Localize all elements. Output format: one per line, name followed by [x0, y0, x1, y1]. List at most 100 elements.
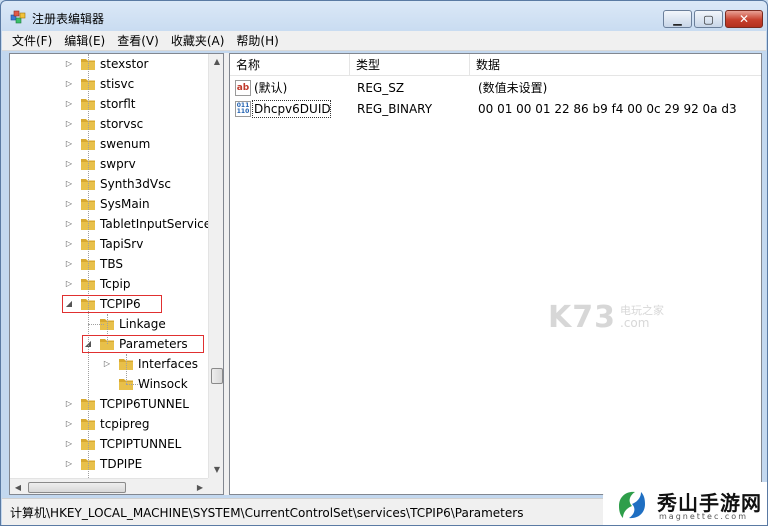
- tree-item-label: TCPIPTUNNEL: [100, 437, 182, 451]
- scroll-corner: [208, 478, 223, 494]
- highlight-box-tcpip6: [62, 295, 162, 313]
- tree-guide-line: [126, 354, 127, 384]
- expand-arrow-icon[interactable]: ▷: [64, 198, 74, 210]
- registry-tree-pane[interactable]: ▷ stexstor ▷ stisvc ▷ storflt ▷ storvsc ▷ swenum ▷…: [9, 53, 224, 495]
- menu-view[interactable]: 查看(V): [111, 31, 165, 51]
- tree-item-label: TabletInputService: [100, 217, 212, 231]
- value-type: REG_BINARY: [357, 102, 433, 116]
- list-item[interactable]: ab (默认) REG_SZ (数值未设置): [230, 78, 761, 98]
- close-button[interactable]: ✕: [725, 10, 763, 28]
- expand-arrow-icon[interactable]: ▷: [64, 78, 74, 90]
- registry-editor-window: 注册表编辑器 ▁ ▢ ✕ 文件(F) 编辑(E) 查看(V) 收藏夹(A) 帮助…: [0, 0, 768, 526]
- site-logo: 秀山手游网 magnettec.com: [603, 482, 767, 525]
- scroll-left-icon[interactable]: ◀: [10, 479, 26, 494]
- tree-item-tcpipreg[interactable]: ▷ tcpipreg: [10, 414, 208, 434]
- expand-arrow-icon[interactable]: ▷: [64, 218, 74, 230]
- maximize-button[interactable]: ▢: [694, 10, 723, 28]
- expand-arrow-icon[interactable]: ▷: [64, 458, 74, 470]
- values-list-pane[interactable]: 名称 类型 数据 ab (默认) REG_SZ (数值未设置) 011 110 …: [229, 53, 762, 495]
- column-name[interactable]: 名称: [230, 54, 350, 76]
- minimize-button[interactable]: ▁: [663, 10, 692, 28]
- tree-item-synth3dvsc[interactable]: ▷ Synth3dVsc: [10, 174, 208, 194]
- watermark: K73 电玩之家 .com: [548, 300, 688, 336]
- expand-arrow-icon[interactable]: ▷: [64, 438, 74, 450]
- window-title: 注册表编辑器: [32, 12, 105, 26]
- scroll-down-icon[interactable]: ▼: [209, 462, 223, 478]
- value-name: Dhcpv6DUID: [254, 102, 331, 116]
- tree-view: ▷ stexstor ▷ stisvc ▷ storflt ▷ storvsc ▷ swenum ▷…: [10, 54, 212, 478]
- scroll-right-icon[interactable]: ▶: [192, 479, 208, 494]
- expand-arrow-icon[interactable]: ▷: [64, 158, 74, 170]
- scroll-up-icon[interactable]: ▲: [209, 54, 223, 70]
- tree-item-label: Tcpip: [100, 277, 131, 291]
- minimize-icon: ▁: [673, 12, 682, 26]
- tree-item-storvsc[interactable]: ▷ storvsc: [10, 114, 208, 134]
- tree-item-tapisrv[interactable]: ▷ TapiSrv: [10, 234, 208, 254]
- expand-arrow-icon[interactable]: ▷: [64, 278, 74, 290]
- value-name: (默认): [254, 81, 288, 95]
- tree-horizontal-scrollbar[interactable]: ◀ ▶: [10, 478, 208, 494]
- logo-domain: magnettec.com: [659, 512, 748, 521]
- tree-item-label: TBS: [100, 257, 123, 271]
- value-data: 00 01 00 01 22 86 b9 f4 00 0c 29 92 0a d…: [478, 102, 737, 116]
- tree-vertical-scrollbar[interactable]: ▲ ▼: [208, 54, 223, 478]
- expand-arrow-icon[interactable]: ▷: [64, 58, 74, 70]
- tree-item-label: TapiSrv: [100, 237, 144, 251]
- watermark-brand: K73: [548, 300, 616, 335]
- list-header: 名称 类型 数据: [230, 54, 761, 76]
- tree-item-label: stisvc: [100, 77, 135, 91]
- title-bar[interactable]: 注册表编辑器 ▁ ▢ ✕: [1, 1, 767, 31]
- tree-item-interfaces[interactable]: ▷ Interfaces: [10, 354, 208, 374]
- tree-item-stisvc[interactable]: ▷ stisvc: [10, 74, 208, 94]
- tree-guide-line: [88, 54, 89, 478]
- value-data: (数值未设置): [478, 81, 548, 95]
- tree-item-tabletinputservice[interactable]: ▷ TabletInputService: [10, 214, 212, 234]
- tree-item-tcpiptunnel[interactable]: ▷ TCPIPTUNNEL: [10, 434, 208, 454]
- tree-item-label: stexstor: [100, 57, 149, 71]
- logo-mark-icon: [619, 491, 645, 519]
- list-item[interactable]: 011 110 Dhcpv6DUID REG_BINARY 00 01 00 0…: [230, 99, 761, 119]
- tree-item-tcpip[interactable]: ▷ Tcpip: [10, 274, 208, 294]
- tree-item-label: TDPIPE: [100, 457, 143, 471]
- menu-favorites[interactable]: 收藏夹(A): [165, 31, 231, 51]
- expand-arrow-icon[interactable]: ▷: [64, 398, 74, 410]
- tree-item-stexstor[interactable]: ▷ stexstor: [10, 54, 208, 74]
- menu-edit[interactable]: 编辑(E): [58, 31, 111, 51]
- tree-item-sysmain[interactable]: ▷ SysMain: [10, 194, 208, 214]
- tree-item-label: swenum: [100, 137, 151, 151]
- expand-arrow-icon[interactable]: ▷: [64, 238, 74, 250]
- scroll-thumb[interactable]: [211, 368, 223, 384]
- tree-item-label: Interfaces: [138, 357, 198, 371]
- tree-item-label: tcpipreg: [100, 417, 150, 431]
- tree-item-label: Synth3dVsc: [100, 177, 171, 191]
- expand-arrow-icon[interactable]: ▷: [64, 258, 74, 270]
- tree-item-swprv[interactable]: ▷ swprv: [10, 154, 208, 174]
- tree-item-linkage[interactable]: Linkage: [10, 314, 208, 334]
- tree-item-tdpipe[interactable]: ▷ TDPIPE: [10, 454, 208, 474]
- tree-item-storflt[interactable]: ▷ storflt: [10, 94, 208, 114]
- close-icon: ✕: [738, 12, 750, 26]
- column-type[interactable]: 类型: [350, 54, 470, 76]
- tree-item-tbs[interactable]: ▷ TBS: [10, 254, 208, 274]
- tree-item-swenum[interactable]: ▷ swenum: [10, 134, 208, 154]
- tree-item-label: Linkage: [119, 317, 166, 331]
- tree-item-winsock[interactable]: Winsock: [10, 374, 208, 394]
- value-type: REG_SZ: [357, 81, 405, 95]
- expand-arrow-icon[interactable]: ▷: [64, 178, 74, 190]
- tree-item-tcpip6tunnel[interactable]: ▷ TCPIP6TUNNEL: [10, 394, 208, 414]
- hscroll-thumb[interactable]: [28, 482, 126, 493]
- registry-app-icon: [10, 10, 26, 24]
- string-value-icon: ab: [235, 80, 251, 96]
- tree-item-label: swprv: [100, 157, 136, 171]
- expand-arrow-icon[interactable]: ▷: [64, 418, 74, 430]
- expand-arrow-icon[interactable]: ▷: [64, 138, 74, 150]
- tree-item-label: Winsock: [138, 377, 188, 391]
- column-data[interactable]: 数据: [470, 54, 761, 76]
- menu-file[interactable]: 文件(F): [6, 31, 58, 51]
- expand-arrow-icon[interactable]: ▷: [64, 118, 74, 130]
- menu-help[interactable]: 帮助(H): [230, 31, 284, 51]
- expand-arrow-icon[interactable]: ▷: [102, 358, 112, 370]
- tree-guide-line: [126, 384, 142, 385]
- expand-arrow-icon[interactable]: ▷: [64, 98, 74, 110]
- maximize-icon: ▢: [703, 12, 714, 26]
